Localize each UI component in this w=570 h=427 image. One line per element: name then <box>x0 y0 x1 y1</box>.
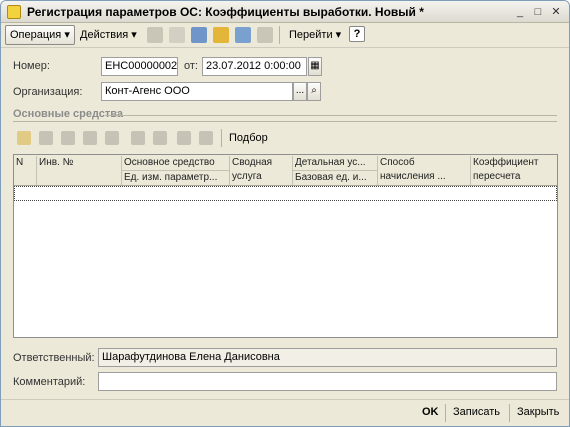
organization-field[interactable]: Конт-Агенс ООО <box>101 82 293 101</box>
copy-icon[interactable] <box>213 27 229 43</box>
save-button[interactable]: Записать <box>453 406 500 418</box>
goto-menu[interactable]: Перейти ▾ <box>284 25 346 45</box>
section-title: Основные средства <box>13 108 124 120</box>
title-bar[interactable]: Регистрация параметров ОС: Коэффициенты … <box>1 1 569 23</box>
structure-icon[interactable] <box>235 27 251 43</box>
operation-label: Операция <box>10 29 62 41</box>
column-header-detail-service[interactable]: Детальная ус... <box>293 156 378 170</box>
column-header-method[interactable]: Способ <box>378 156 471 170</box>
toolbar: Операция ▾ Действия ▾ Перейти ▾ ? <box>1 23 569 48</box>
section-divider <box>105 115 557 116</box>
window-title: Регистрация параметров ОС: Коэффициенты … <box>27 5 424 19</box>
end-edit-icon[interactable] <box>105 131 119 145</box>
minimize-button[interactable]: _ <box>513 5 527 19</box>
edit-row-icon[interactable] <box>61 131 75 145</box>
number-label: Номер: <box>13 60 50 72</box>
column-header-coefficient[interactable]: Коэффициент <box>471 156 557 170</box>
move-up-icon[interactable] <box>131 131 145 145</box>
close-button[interactable]: Закрыть <box>517 406 559 418</box>
toolbar-divider <box>221 129 222 147</box>
date-field[interactable]: 23.07.2012 0:00:00 <box>202 57 307 76</box>
post-icon[interactable] <box>147 27 163 43</box>
calendar-icon[interactable]: ▦ <box>308 57 322 76</box>
comment-label: Комментарий: <box>13 376 86 388</box>
chevron-down-icon: ▾ <box>131 29 137 41</box>
selection-button[interactable]: Подбор <box>229 132 268 144</box>
copy-row-icon[interactable] <box>39 131 53 145</box>
actions-menu[interactable]: Действия ▾ <box>75 25 142 45</box>
empty-row-cursor[interactable] <box>14 186 557 201</box>
column-header-fixed-asset[interactable]: Основное средство <box>122 156 230 170</box>
fixed-assets-table[interactable]: N Инв. № Основное средство Ед. изм. пара… <box>13 154 558 338</box>
close-window-button[interactable]: ✕ <box>549 5 563 19</box>
move-down-icon[interactable] <box>153 131 167 145</box>
date-label: от: <box>184 60 198 72</box>
open-search-icon[interactable]: ⌕ <box>307 82 321 101</box>
select-button[interactable]: ... <box>293 82 307 101</box>
column-header-summary-service[interactable]: услуга <box>230 170 293 185</box>
unpost-icon[interactable] <box>169 27 185 43</box>
help-icon[interactable]: ? <box>349 26 365 42</box>
refresh-icon[interactable] <box>191 27 207 43</box>
column-header-unit[interactable]: Ед. изм. параметр... <box>122 170 230 185</box>
sort-desc-icon[interactable] <box>199 131 213 145</box>
comment-field[interactable] <box>98 372 557 391</box>
add-row-icon[interactable] <box>17 131 31 145</box>
chevron-down-icon: ▾ <box>64 29 70 41</box>
ok-button[interactable]: OK <box>422 406 439 418</box>
column-header-accrual[interactable]: начисления ... <box>378 170 471 185</box>
column-header-base-unit[interactable]: Базовая ед. и... <box>293 170 378 185</box>
responsible-label: Ответственный: <box>13 352 95 364</box>
column-header-summary[interactable]: Сводная <box>230 156 293 170</box>
maximize-button[interactable]: □ <box>531 5 545 19</box>
delete-row-icon[interactable] <box>83 131 97 145</box>
actions-label: Действия <box>80 29 129 41</box>
column-header-n[interactable]: N <box>14 156 37 185</box>
operation-menu[interactable]: Операция ▾ <box>5 25 75 45</box>
responsible-field[interactable]: Шарафутдинова Елена Данисовна <box>98 348 557 367</box>
column-header-inventory-number[interactable]: Инв. № <box>37 156 122 185</box>
column-header-recalc[interactable]: пересчета <box>471 170 557 185</box>
print-icon[interactable] <box>257 27 273 43</box>
sort-asc-icon[interactable] <box>177 131 191 145</box>
chevron-down-icon: ▾ <box>335 29 342 41</box>
footer-divider <box>445 404 446 422</box>
footer-divider <box>509 404 510 422</box>
organization-label: Организация: <box>13 86 83 98</box>
number-field[interactable]: ЕНС00000002 <box>101 57 178 76</box>
app-icon <box>7 5 21 19</box>
goto-label: Перейти <box>289 29 333 41</box>
toolbar-divider <box>279 26 280 44</box>
table-header: N Инв. № Основное средство Ед. изм. пара… <box>14 155 557 186</box>
footer-bar: OK Записать Закрыть <box>1 399 569 426</box>
document-window: Регистрация параметров ОС: Коэффициенты … <box>0 0 570 427</box>
section-divider <box>13 121 557 122</box>
